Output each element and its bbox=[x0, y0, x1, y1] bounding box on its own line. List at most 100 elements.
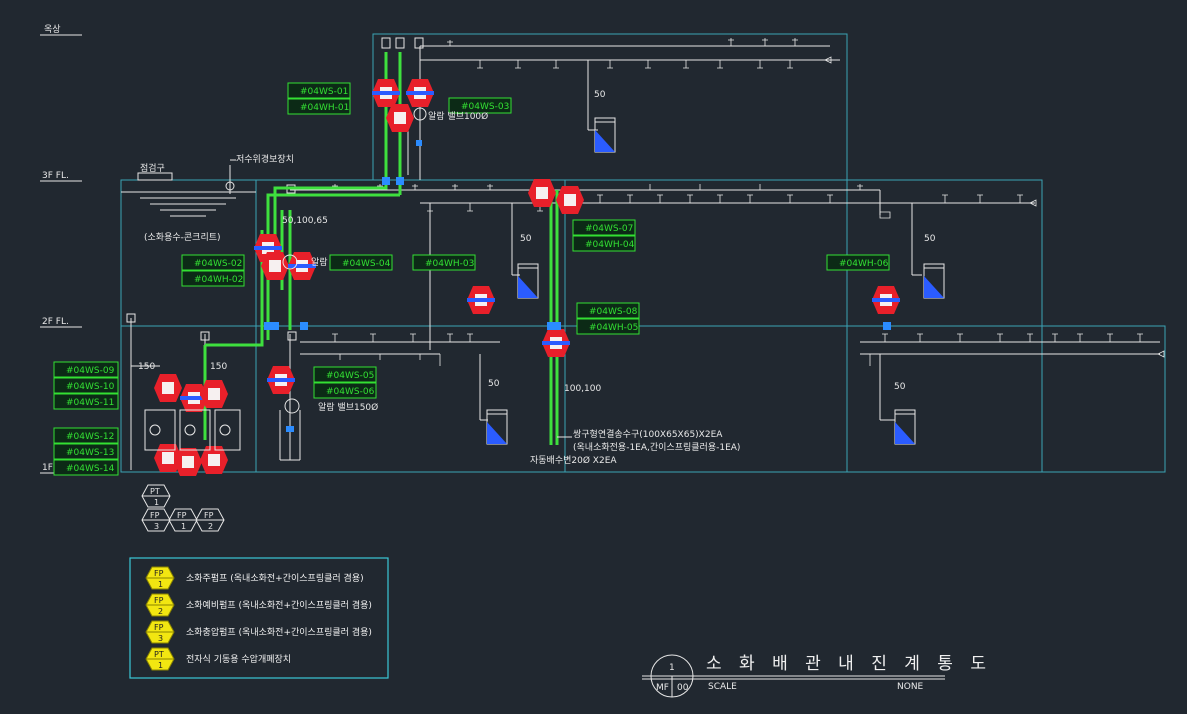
svg-text:PT: PT bbox=[154, 650, 164, 659]
tag-ws10: #04WS-10 bbox=[53, 377, 119, 394]
test-drain-3f-mid bbox=[517, 263, 539, 299]
test-drain-3f-right bbox=[923, 263, 945, 299]
floor-label-1f: 1F bbox=[42, 463, 53, 473]
size-150-right: 150 bbox=[210, 362, 227, 372]
siamese-sub-note: (옥내소화전용-1EA,간이스프링클러용-1EA) bbox=[573, 441, 740, 453]
tag-ws06: #04WS-06 bbox=[313, 382, 377, 399]
svg-text:#04WS-12: #04WS-12 bbox=[66, 432, 114, 442]
legend-fp1-text: 소화주펌프 (옥내소화전+간이스프링클러 겸용) bbox=[186, 572, 364, 584]
alarm-valve-150: 알람 밸브150Ø bbox=[318, 401, 378, 413]
test-drain-2f-mid bbox=[486, 409, 508, 445]
title-number: 1 bbox=[669, 663, 675, 673]
scale-value: NONE bbox=[897, 682, 924, 692]
floor-label-roof: 옥상 bbox=[44, 24, 61, 35]
scale-label: SCALE bbox=[708, 682, 737, 692]
tag-ws09: #04WS-09 bbox=[53, 361, 119, 378]
legend-fp3-icon: FP 3 bbox=[145, 620, 175, 644]
svg-text:#04WH-04: #04WH-04 bbox=[585, 240, 635, 250]
size-150-left: 150 bbox=[138, 362, 155, 372]
svg-text:#04WH-05: #04WH-05 bbox=[589, 323, 638, 333]
svg-text:3: 3 bbox=[158, 634, 163, 643]
size-3f-mid: 50 bbox=[520, 234, 532, 244]
tag-wh05: #04WH-05 bbox=[576, 318, 640, 335]
fire-piping-riser-diagram: 옥상 3F FL. 2F FL. 1F 점검구 저수위경보장치 (소화용수-콘크… bbox=[40, 24, 1166, 698]
title-sheet-no: 00 bbox=[677, 683, 689, 693]
tank-inspection-label: 점검구 bbox=[140, 162, 165, 174]
svg-text:#04WS-13: #04WS-13 bbox=[66, 448, 114, 458]
tank-label: (소화용수-콘크리트) bbox=[144, 232, 221, 243]
svg-text:3: 3 bbox=[154, 522, 159, 531]
tag-wh01: #04WH-01 bbox=[287, 98, 351, 115]
siamese-note: 쌍구형연결송수구(100X65X65)X2EA bbox=[573, 429, 723, 440]
legend-pt1-icon: PT 1 bbox=[145, 647, 175, 671]
pump-hex-tags: PT 1 FP 3 FP 1 FP 2 bbox=[141, 484, 225, 532]
svg-text:FP: FP bbox=[204, 511, 214, 520]
svg-text:FP: FP bbox=[154, 623, 164, 632]
svg-text:#04WS-08: #04WS-08 bbox=[589, 307, 638, 317]
tag-wh03: #04WH-03 bbox=[412, 254, 476, 271]
title-sheet: MF bbox=[656, 683, 669, 693]
svg-text:1: 1 bbox=[181, 522, 186, 531]
hex-fp2: FP 2 bbox=[195, 508, 225, 532]
size-3f-right: 50 bbox=[924, 234, 936, 244]
alarm-valve-short: 알람 bbox=[311, 256, 328, 268]
svg-text:1: 1 bbox=[154, 498, 159, 507]
svg-text:FP: FP bbox=[177, 511, 187, 520]
tag-ws02: #04WS-02 bbox=[181, 254, 245, 271]
svg-text:PT: PT bbox=[150, 487, 160, 496]
hex-pt1: PT 1 bbox=[141, 484, 171, 508]
svg-text:#04WH-06: #04WH-06 bbox=[839, 259, 889, 269]
legend-fp2-text: 소화예비펌프 (옥내소화전+간이스프링클러 겸용) bbox=[186, 599, 372, 611]
title-block: 1 MF 00 소 화 배 관 내 진 계 통 도 SCALE NONE bbox=[642, 654, 992, 698]
hex-fp1: FP 1 bbox=[168, 508, 198, 532]
svg-text:2: 2 bbox=[208, 522, 213, 531]
tag-ws03: #04WS-03 bbox=[448, 97, 512, 114]
size-50-100-65: 50,100,65 bbox=[282, 216, 328, 226]
test-drain-roof bbox=[594, 117, 616, 153]
tag-ws07: #04WS-07 bbox=[572, 219, 636, 236]
svg-text:FP: FP bbox=[150, 511, 160, 520]
hex-fp3: FP 3 bbox=[141, 508, 171, 532]
legend-fp2-icon: FP 2 bbox=[145, 593, 175, 617]
svg-text:#04WS-14: #04WS-14 bbox=[66, 464, 115, 474]
size-2f-right: 50 bbox=[894, 382, 906, 392]
alarm-valve-100: 알람 밸브100Ø bbox=[428, 110, 488, 122]
svg-text:FP: FP bbox=[154, 596, 164, 605]
size-2f-mid: 50 bbox=[488, 379, 500, 389]
svg-text:#04WH-01: #04WH-01 bbox=[300, 103, 349, 113]
drawing-title: 소 화 배 관 내 진 계 통 도 bbox=[706, 654, 992, 674]
svg-text:#04WS-04: #04WS-04 bbox=[342, 259, 391, 269]
tag-ws12: #04WS-12 bbox=[53, 427, 119, 444]
svg-text:1: 1 bbox=[158, 661, 163, 670]
svg-text:#04WH-03: #04WH-03 bbox=[425, 259, 474, 269]
tag-ws14: #04WS-14 bbox=[53, 459, 119, 476]
sprinkler-heads bbox=[126, 37, 1165, 366]
svg-text:#04WS-02: #04WS-02 bbox=[194, 259, 242, 269]
svg-text:#04WS-05: #04WS-05 bbox=[326, 371, 374, 381]
seismic-braces bbox=[154, 79, 900, 476]
size-roof: 50 bbox=[594, 90, 606, 100]
legend-pt1-text: 전자식 기동용 수압개폐장치 bbox=[186, 653, 291, 665]
svg-text:2: 2 bbox=[158, 607, 163, 616]
floor-label-2f: 2F FL. bbox=[42, 317, 69, 327]
legend-fp3-text: 소화충압펌프 (옥내소화전+간이스프링클러 겸용) bbox=[186, 626, 372, 638]
tag-wh02: #04WH-02 bbox=[181, 270, 245, 287]
level-device-label: 저수위경보장치 bbox=[236, 153, 294, 165]
size-100-100: 100,100 bbox=[564, 384, 601, 394]
legend-fp1-icon: FP 1 bbox=[145, 566, 175, 590]
svg-text:#04WS-09: #04WS-09 bbox=[66, 366, 115, 376]
svg-text:#04WS-07: #04WS-07 bbox=[585, 224, 633, 234]
svg-text:#04WH-02: #04WH-02 bbox=[194, 275, 243, 285]
svg-text:#04WS-10: #04WS-10 bbox=[66, 382, 115, 392]
svg-text:1: 1 bbox=[158, 580, 163, 589]
tag-wh06: #04WH-06 bbox=[826, 254, 890, 271]
tag-wh04: #04WH-04 bbox=[572, 235, 636, 252]
tag-ws05: #04WS-05 bbox=[313, 366, 377, 383]
legend: FP 1 소화주펌프 (옥내소화전+간이스프링클러 겸용) FP 2 소화예비펌프 … bbox=[129, 557, 389, 679]
svg-text:#04WS-11: #04WS-11 bbox=[66, 398, 114, 408]
tag-ws13: #04WS-13 bbox=[53, 443, 119, 460]
auto-drain-note: 자동배수변20Ø X2EA bbox=[530, 455, 617, 466]
svg-text:#04WS-01: #04WS-01 bbox=[300, 87, 348, 97]
pipe-tags: #04WS-01 #04WH-01 #04WS-03 #04WS-02 #04W… bbox=[53, 82, 890, 476]
connection-notes: 쌍구형연결송수구(100X65X65)X2EA (옥내소화전용-1EA,간이스프… bbox=[530, 429, 740, 466]
